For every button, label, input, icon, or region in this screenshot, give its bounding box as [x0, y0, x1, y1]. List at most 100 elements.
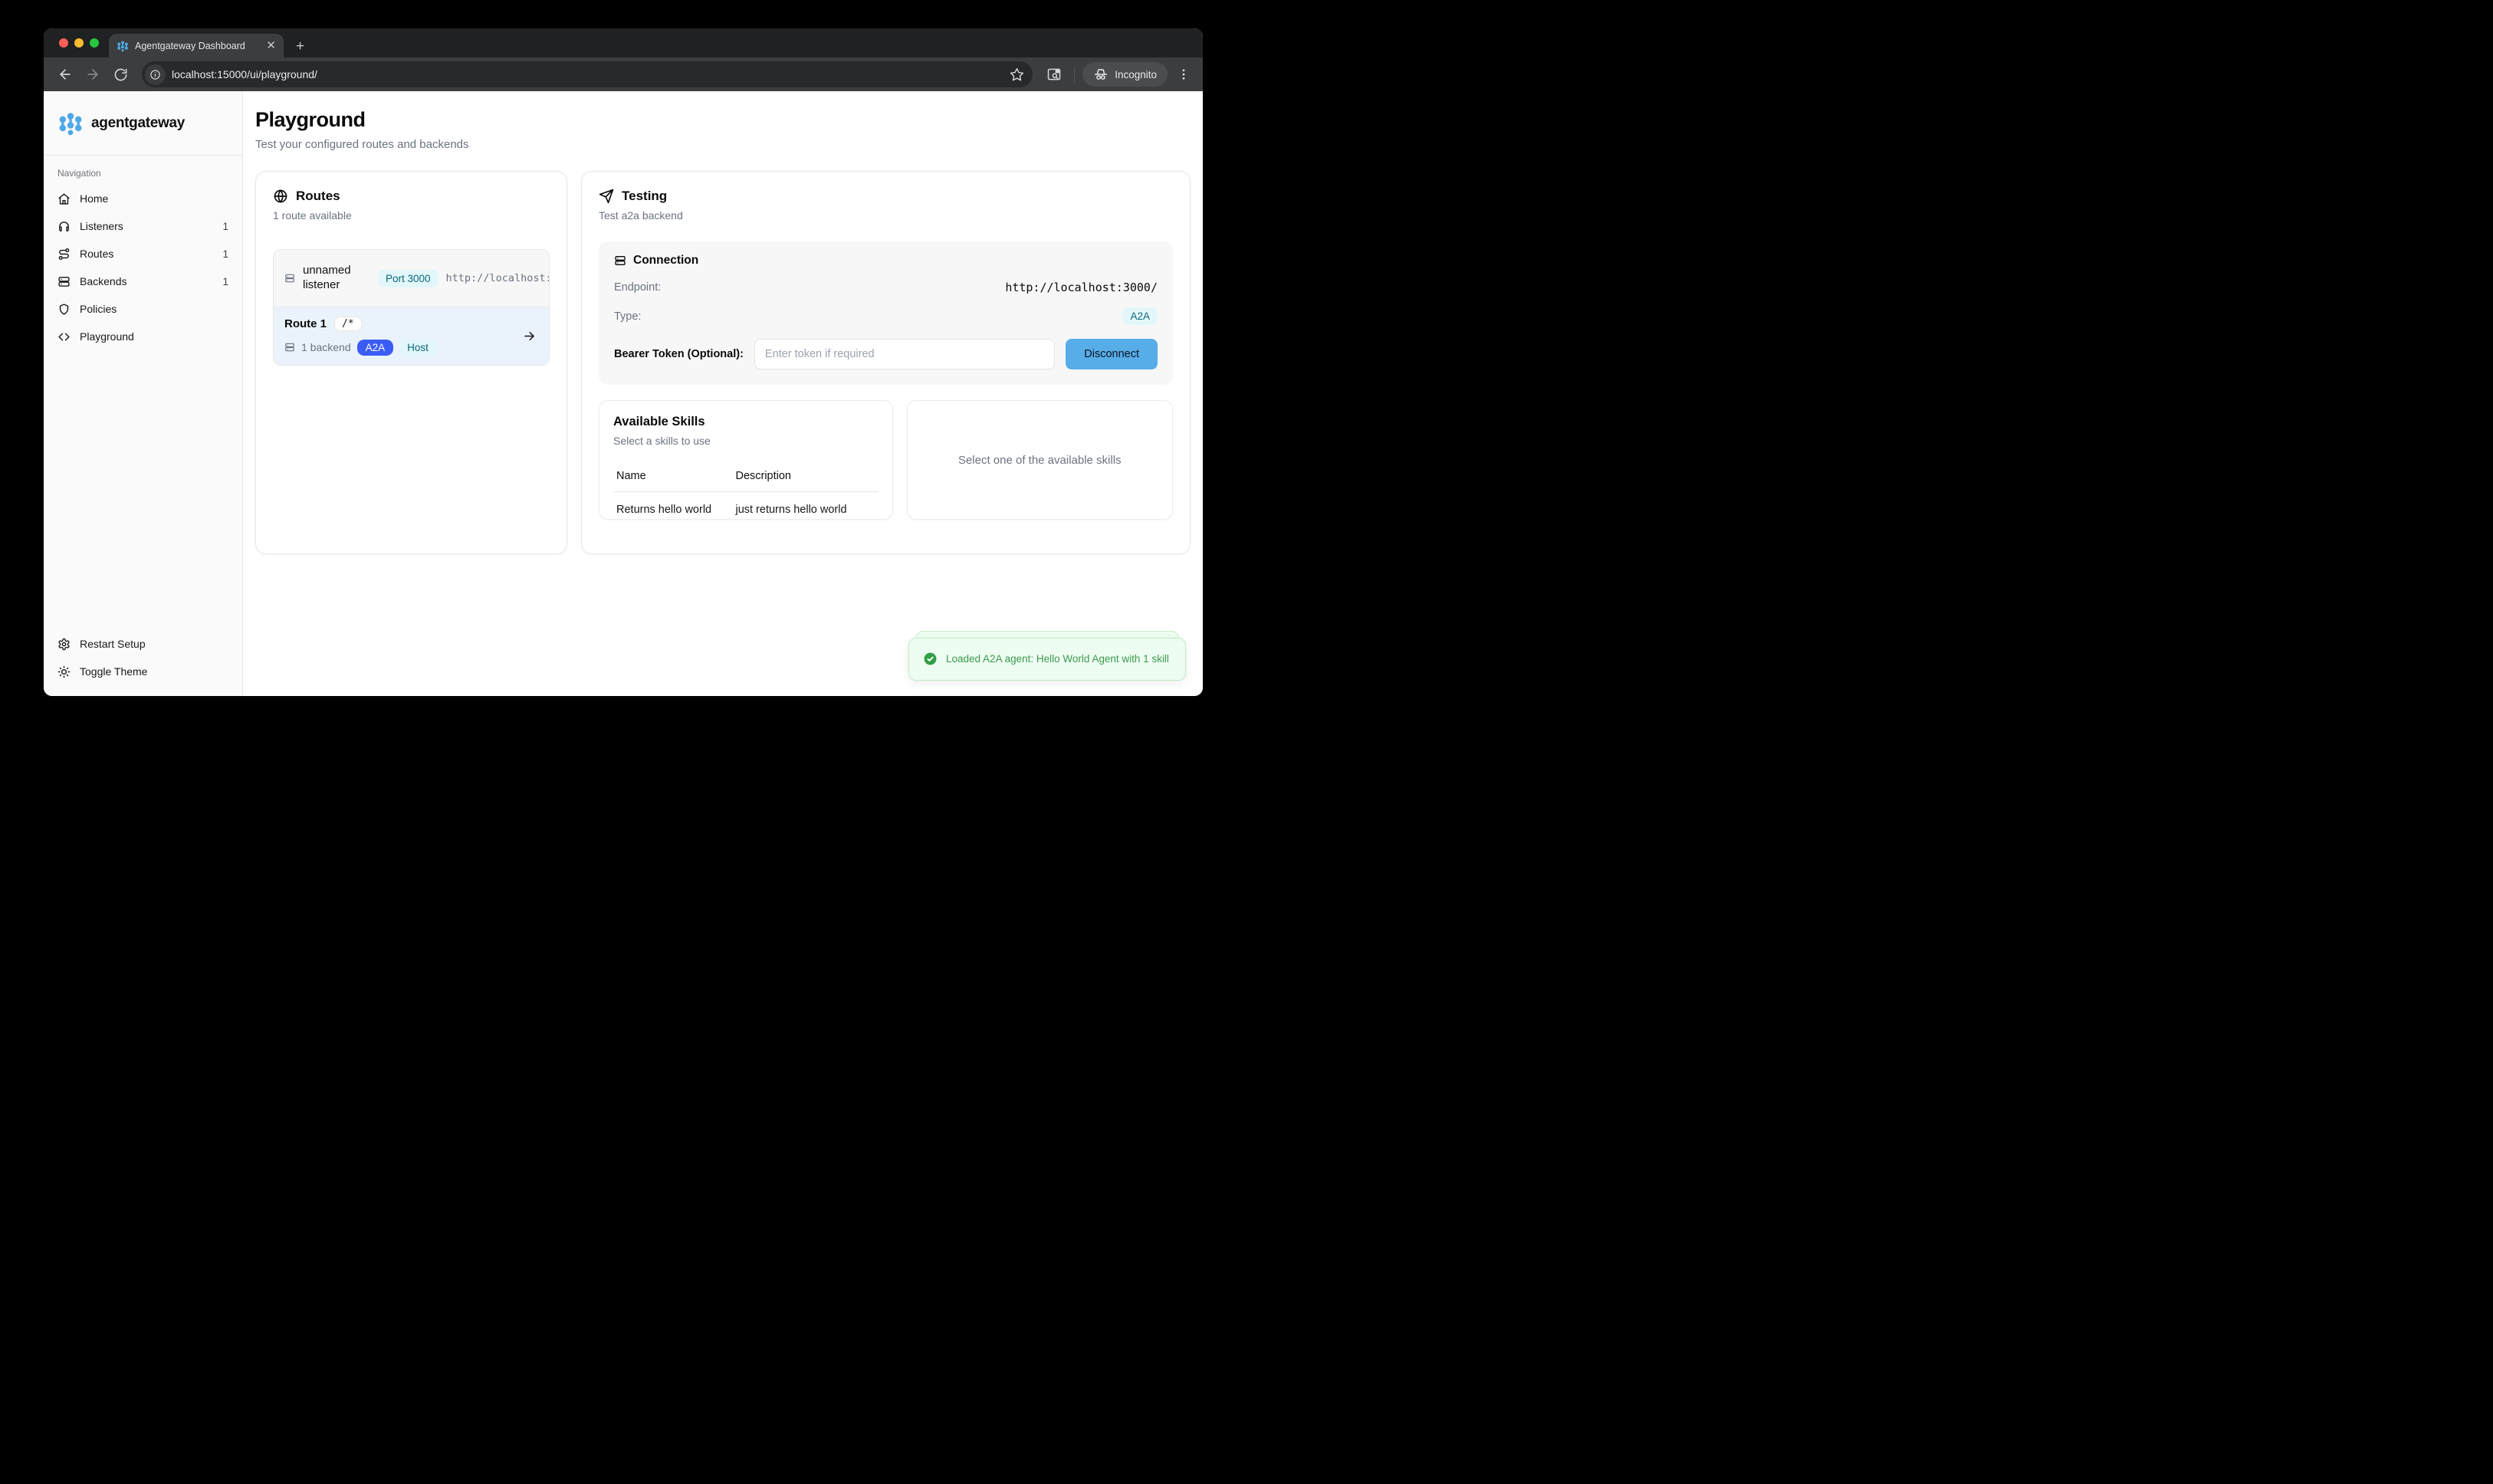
sidebar-item-listeners[interactable]: Listeners 1	[44, 212, 242, 240]
close-window-button[interactable]	[59, 38, 68, 48]
forward-icon[interactable]	[80, 62, 105, 87]
browser-window: Agentgateway Dashboard ✕ + localhost:150…	[44, 28, 1203, 696]
skill-description: just returns hello world	[732, 492, 878, 523]
maximize-window-button[interactable]	[90, 38, 99, 48]
sidebar-item-home[interactable]: Home	[44, 185, 242, 212]
skill-name: Returns hello world	[613, 492, 732, 523]
tab-close-icon[interactable]: ✕	[266, 40, 276, 51]
home-icon	[57, 192, 71, 205]
skill-row[interactable]: Returns hello world just returns hello w…	[613, 492, 879, 523]
route-backend-count: 1 backend	[301, 341, 351, 353]
server-icon	[284, 342, 295, 353]
endpoint-value: http://localhost:3000/	[1005, 281, 1158, 294]
type-badge: A2A	[1122, 307, 1158, 325]
sidebar-item-label: Policies	[80, 303, 117, 315]
sidebar-item-count: 1	[222, 248, 228, 260]
page-title: Playground	[255, 108, 1191, 132]
site-info-icon[interactable]	[145, 64, 166, 85]
port-badge: Port 3000	[378, 270, 438, 287]
testing-card-subtitle: Test a2a backend	[599, 209, 1173, 222]
sidebar-item-routes[interactable]: Routes 1	[44, 240, 242, 268]
skill-detail-panel: Select one of the available skills	[907, 400, 1174, 520]
route-icon	[57, 248, 71, 261]
sidebar-item-label: Backends	[80, 275, 126, 287]
sidebar-item-label: Listeners	[80, 220, 123, 232]
listener-url: http://localhost:3000/	[446, 272, 549, 284]
incognito-icon	[1093, 67, 1109, 82]
toggle-theme-button[interactable]: Toggle Theme	[44, 658, 242, 685]
side-panel-icon[interactable]	[1042, 62, 1066, 87]
type-label: Type:	[614, 310, 641, 323]
sidebar-item-label: Playground	[80, 330, 134, 343]
sidebar-item-label: Home	[80, 192, 108, 205]
agentgateway-logo-icon	[57, 110, 84, 136]
code-icon	[57, 330, 71, 343]
skills-column-description: Description	[732, 465, 878, 492]
routes-card-subtitle: 1 route available	[273, 209, 550, 222]
browser-toolbar: localhost:15000/ui/playground/ Incognito	[44, 57, 1203, 91]
route-path-badge: /*	[334, 317, 362, 331]
sidebar-item-policies[interactable]: Policies	[44, 295, 242, 323]
sun-icon	[57, 665, 71, 678]
success-toast: Loaded A2A agent: Hello World Agent with…	[908, 638, 1186, 681]
tab-strip: Agentgateway Dashboard ✕ +	[44, 28, 1203, 57]
sidebar: agentgateway Navigation Home Listeners 1	[44, 91, 243, 696]
browser-menu-icon[interactable]	[1174, 67, 1194, 81]
reload-icon[interactable]	[108, 62, 133, 87]
testing-card-title: Testing	[622, 189, 667, 204]
disconnect-button[interactable]: Disconnect	[1066, 339, 1158, 369]
server-icon	[614, 254, 626, 267]
page-subtitle: Test your configured routes and backends	[255, 138, 1191, 151]
connection-panel: Connection Endpoint: http://localhost:30…	[599, 241, 1173, 385]
globe-icon	[273, 189, 288, 204]
route-row[interactable]: Route 1 /* 1 backend A2A	[274, 307, 549, 365]
incognito-label: Incognito	[1115, 69, 1157, 80]
new-tab-button[interactable]: +	[296, 39, 304, 54]
toast-message: Loaded A2A agent: Hello World Agent with…	[946, 652, 1169, 667]
toast-stack: Loaded A2A agent: Hello World Agent with…	[908, 638, 1186, 681]
bearer-token-label: Bearer Token (Optional):	[614, 348, 744, 360]
brand: agentgateway	[44, 91, 242, 156]
nav-section-label: Navigation	[44, 156, 242, 185]
minimize-window-button[interactable]	[74, 38, 84, 48]
sidebar-item-backends[interactable]: Backends 1	[44, 268, 242, 295]
browser-tab[interactable]: Agentgateway Dashboard ✕	[109, 34, 284, 57]
route-name: Route 1	[284, 317, 327, 330]
route-list: unnamed listener Port 3000 http://localh…	[273, 249, 550, 366]
main-content: Playground Test your configured routes a…	[243, 91, 1203, 696]
gear-icon	[57, 638, 71, 651]
check-circle-icon	[923, 652, 938, 666]
available-skills-panel: Available Skills Select a skills to use …	[599, 400, 893, 520]
incognito-badge: Incognito	[1082, 62, 1168, 87]
agentgateway-favicon-icon	[117, 40, 129, 52]
server-icon	[284, 273, 295, 284]
toolbar-divider	[1074, 67, 1075, 82]
send-icon	[599, 189, 614, 204]
bearer-token-input[interactable]	[754, 339, 1055, 369]
listener-row[interactable]: unnamed listener Port 3000 http://localh…	[274, 250, 549, 307]
restart-setup-button[interactable]: Restart Setup	[44, 630, 242, 658]
restart-setup-label: Restart Setup	[80, 638, 146, 650]
routes-card: Routes 1 route available unnamed listene…	[255, 171, 567, 554]
skill-detail-placeholder: Select one of the available skills	[958, 454, 1122, 467]
skills-title: Available Skills	[613, 415, 879, 429]
listener-name: unnamed listener	[303, 264, 370, 293]
traffic-lights	[59, 38, 99, 48]
connection-title: Connection	[633, 254, 698, 268]
endpoint-label: Endpoint:	[614, 281, 661, 294]
arrow-right-icon[interactable]	[522, 329, 537, 343]
url-text[interactable]: localhost:15000/ui/playground/	[172, 68, 999, 80]
desktop-background: Agentgateway Dashboard ✕ + localhost:150…	[0, 0, 1246, 742]
bookmark-star-icon[interactable]	[1005, 67, 1028, 82]
toggle-theme-label: Toggle Theme	[80, 665, 147, 678]
shield-icon	[57, 303, 71, 316]
tab-title: Agentgateway Dashboard	[135, 41, 260, 51]
host-badge: Host	[399, 339, 436, 356]
routes-card-title: Routes	[296, 189, 340, 204]
server-icon	[57, 275, 71, 288]
skills-column-name: Name	[613, 465, 732, 492]
sidebar-item-count: 1	[222, 221, 228, 232]
sidebar-item-playground[interactable]: Playground	[44, 323, 242, 350]
address-bar[interactable]: localhost:15000/ui/playground/	[142, 61, 1033, 87]
back-icon[interactable]	[53, 62, 77, 87]
